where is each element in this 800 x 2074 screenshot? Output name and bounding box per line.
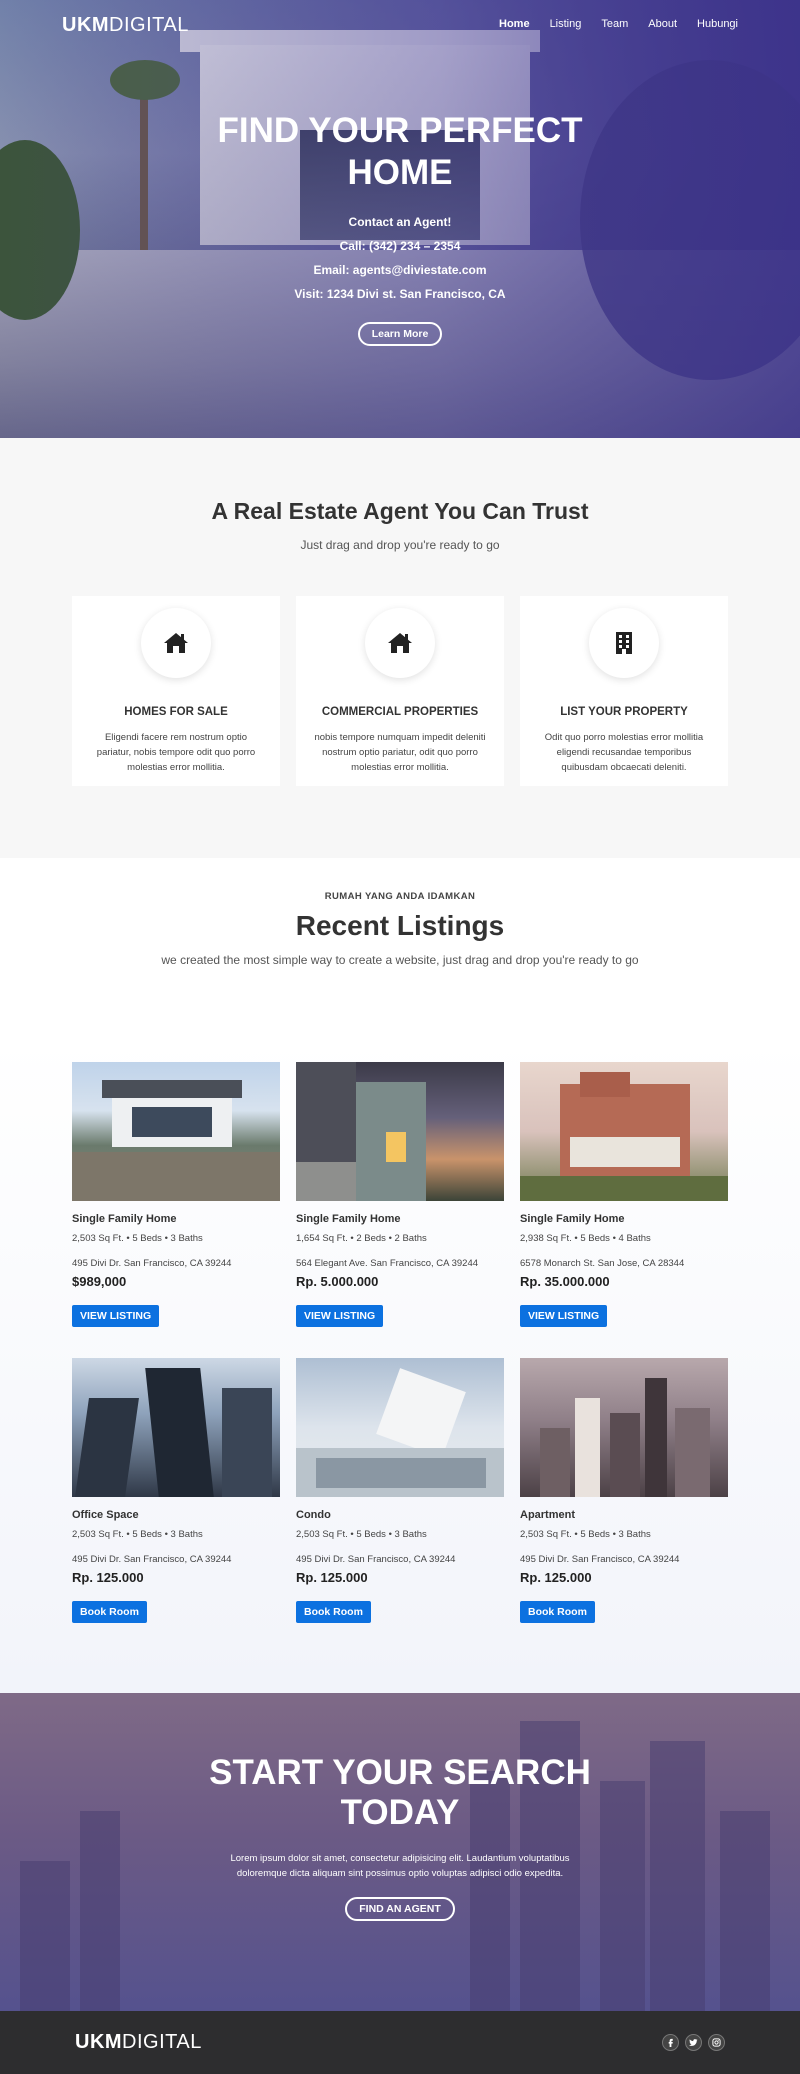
- listing-meta: 1,654 Sq Ft. • 2 Beds • 2 Baths: [296, 1233, 427, 1244]
- listing-price: $989,000: [72, 1274, 127, 1289]
- listing-image[interactable]: [520, 1062, 728, 1201]
- listings-subtitle: we created the most simple way to create…: [161, 953, 639, 967]
- nav-item-listing[interactable]: Listing: [550, 18, 582, 30]
- listing-image[interactable]: [72, 1062, 280, 1201]
- listing-price: Rp. 35.000.000: [520, 1274, 610, 1289]
- service-card-title: COMMERCIAL PROPERTIES: [321, 706, 479, 718]
- nav-item-hubungi[interactable]: Hubungi: [697, 18, 738, 30]
- view-listing-button[interactable]: VIEW LISTING: [520, 1305, 608, 1327]
- view-listing-button[interactable]: VIEW LISTING: [72, 1305, 160, 1327]
- listing-title: Single Family Home: [72, 1213, 177, 1225]
- building-icon: [589, 608, 659, 678]
- social-links: [662, 2034, 725, 2051]
- listing-title: Apartment: [520, 1509, 576, 1521]
- cta-title: START YOUR SEARCH TODAY: [209, 1753, 591, 1832]
- listing-image[interactable]: [296, 1062, 504, 1201]
- service-cards: HOMES FOR SALE Eligendi facere rem nostr…: [72, 596, 728, 786]
- logo-bold: UKM: [62, 14, 110, 36]
- listing-price: Rp. 125.000: [296, 1570, 368, 1585]
- service-card-title: HOMES FOR SALE: [124, 706, 228, 718]
- learn-more-button[interactable]: Learn More: [357, 322, 443, 346]
- view-listing-button[interactable]: VIEW LISTING: [296, 1305, 384, 1327]
- listing-title: Office Space: [72, 1509, 139, 1521]
- footer-logo-bold: UKM: [75, 2031, 123, 2053]
- service-card: HOMES FOR SALE Eligendi facere rem nostr…: [72, 596, 280, 786]
- hero-line-email: Email: agents@diviestate.com: [313, 263, 487, 277]
- listings-kicker: RUMAH YANG ANDA IDAMKAN: [324, 891, 476, 902]
- service-card: LIST YOUR PROPERTY Odit quo porro molest…: [520, 596, 728, 786]
- book-room-button[interactable]: Book Room: [72, 1601, 147, 1623]
- service-card-text: nobis tempore numquam impedit deleniti n…: [314, 732, 486, 773]
- listing-title: Single Family Home: [296, 1213, 401, 1225]
- listings-header: RUMAH YANG ANDA IDAMKAN Recent Listings …: [0, 858, 800, 1038]
- book-room-button[interactable]: Book Room: [296, 1601, 371, 1623]
- listing-price: Rp. 5.000.000: [296, 1274, 379, 1289]
- hero-contact: Contact an Agent! Call: (342) 234 – 2354…: [0, 210, 800, 306]
- listing-address: 495 Divi Dr. San Francisco, CA 39244: [520, 1554, 680, 1565]
- listing-title: Condo: [296, 1509, 331, 1521]
- listing-price: Rp. 125.000: [520, 1570, 592, 1585]
- listing-card: Office Space 2,503 Sq Ft. • 5 Beds • 3 B…: [72, 1358, 280, 1623]
- listing-image[interactable]: [520, 1358, 728, 1497]
- service-card-text: Eligendi facere rem nostrum optio pariat…: [96, 732, 256, 773]
- listing-image[interactable]: [72, 1358, 280, 1497]
- listing-title: Single Family Home: [520, 1213, 625, 1225]
- listing-address: 6578 Monarch St. San Jose, CA 28344: [520, 1258, 685, 1269]
- nav-item-team[interactable]: Team: [601, 18, 628, 30]
- footer-logo[interactable]: UKMDIGITAL: [75, 2031, 202, 2054]
- site-logo[interactable]: UKMDIGITAL: [62, 14, 189, 37]
- hero-line-visit: Visit: 1234 Divi st. San Francisco, CA: [294, 287, 506, 301]
- top-nav: UKMDIGITAL Home Listing Team About Hubun…: [0, 0, 800, 50]
- nav-menu: Home Listing Team About Hubungi: [499, 18, 738, 30]
- find-agent-button[interactable]: FIND AN AGENT: [345, 1897, 455, 1921]
- hero-content: FIND YOUR PERFECT HOME Contact an Agent!…: [0, 110, 800, 346]
- trust-subtitle: Just drag and drop you're ready to go: [300, 538, 500, 552]
- cta-text: Lorem ipsum dolor sit amet, consectetur …: [230, 1853, 570, 1879]
- listing-image[interactable]: [296, 1358, 504, 1497]
- instagram-icon[interactable]: [708, 2034, 725, 2051]
- home-icon: [365, 608, 435, 678]
- listing-address: 495 Divi Dr. San Francisco, CA 39244: [72, 1258, 232, 1269]
- service-card-text: Odit quo porro molestias error mollitia …: [544, 732, 704, 773]
- listing-card: Apartment 2,503 Sq Ft. • 5 Beds • 3 Bath…: [520, 1358, 728, 1623]
- listing-card: Single Family Home 2,938 Sq Ft. • 5 Beds…: [520, 1062, 728, 1327]
- listing-meta: 2,503 Sq Ft. • 5 Beds • 3 Baths: [72, 1233, 203, 1244]
- listing-meta: 2,938 Sq Ft. • 5 Beds • 4 Baths: [520, 1233, 651, 1244]
- hero-title: FIND YOUR PERFECT HOME: [217, 111, 583, 192]
- home-icon: [141, 608, 211, 678]
- footer: UKMDIGITAL: [0, 2011, 800, 2074]
- service-card: COMMERCIAL PROPERTIES nobis tempore numq…: [296, 596, 504, 786]
- cta-section: START YOUR SEARCH TODAY Lorem ipsum dolo…: [0, 1693, 800, 2011]
- listing-card: Single Family Home 2,503 Sq Ft. • 5 Beds…: [72, 1062, 280, 1327]
- listing-meta: 2,503 Sq Ft. • 5 Beds • 3 Baths: [72, 1529, 203, 1540]
- trust-section: A Real Estate Agent You Can Trust Just d…: [0, 438, 800, 858]
- listing-meta: 2,503 Sq Ft. • 5 Beds • 3 Baths: [520, 1529, 651, 1540]
- nav-item-about[interactable]: About: [648, 18, 677, 30]
- listing-card: Condo 2,503 Sq Ft. • 5 Beds • 3 Baths 49…: [296, 1358, 504, 1623]
- listing-meta: 2,503 Sq Ft. • 5 Beds • 3 Baths: [296, 1529, 427, 1540]
- listings-title: Recent Listings: [295, 910, 505, 941]
- listing-address: 495 Divi Dr. San Francisco, CA 39244: [296, 1554, 456, 1565]
- book-room-button[interactable]: Book Room: [520, 1601, 595, 1623]
- cta-content: START YOUR SEARCH TODAY Lorem ipsum dolo…: [0, 1753, 800, 1921]
- hero-line-contact: Contact an Agent!: [348, 215, 452, 229]
- hero-section: UKMDIGITAL Home Listing Team About Hubun…: [0, 0, 800, 438]
- hero-line-call: Call: (342) 234 – 2354: [339, 239, 461, 253]
- listing-address: 495 Divi Dr. San Francisco, CA 39244: [72, 1554, 232, 1565]
- listings-grid: Single Family Home 2,503 Sq Ft. • 5 Beds…: [0, 1038, 800, 1693]
- footer-logo-light: DIGITAL: [122, 2031, 202, 2053]
- trust-title: A Real Estate Agent You Can Trust: [211, 498, 589, 524]
- listing-price: Rp. 125.000: [72, 1570, 144, 1585]
- twitter-icon[interactable]: [685, 2034, 702, 2051]
- listing-address: 564 Elegant Ave. San Francisco, CA 39244: [296, 1258, 479, 1269]
- logo-light: DIGITAL: [109, 14, 189, 36]
- facebook-icon[interactable]: [662, 2034, 679, 2051]
- nav-item-home[interactable]: Home: [499, 18, 530, 30]
- service-card-title: LIST YOUR PROPERTY: [560, 706, 688, 718]
- listing-card: Single Family Home 1,654 Sq Ft. • 2 Beds…: [296, 1062, 504, 1327]
